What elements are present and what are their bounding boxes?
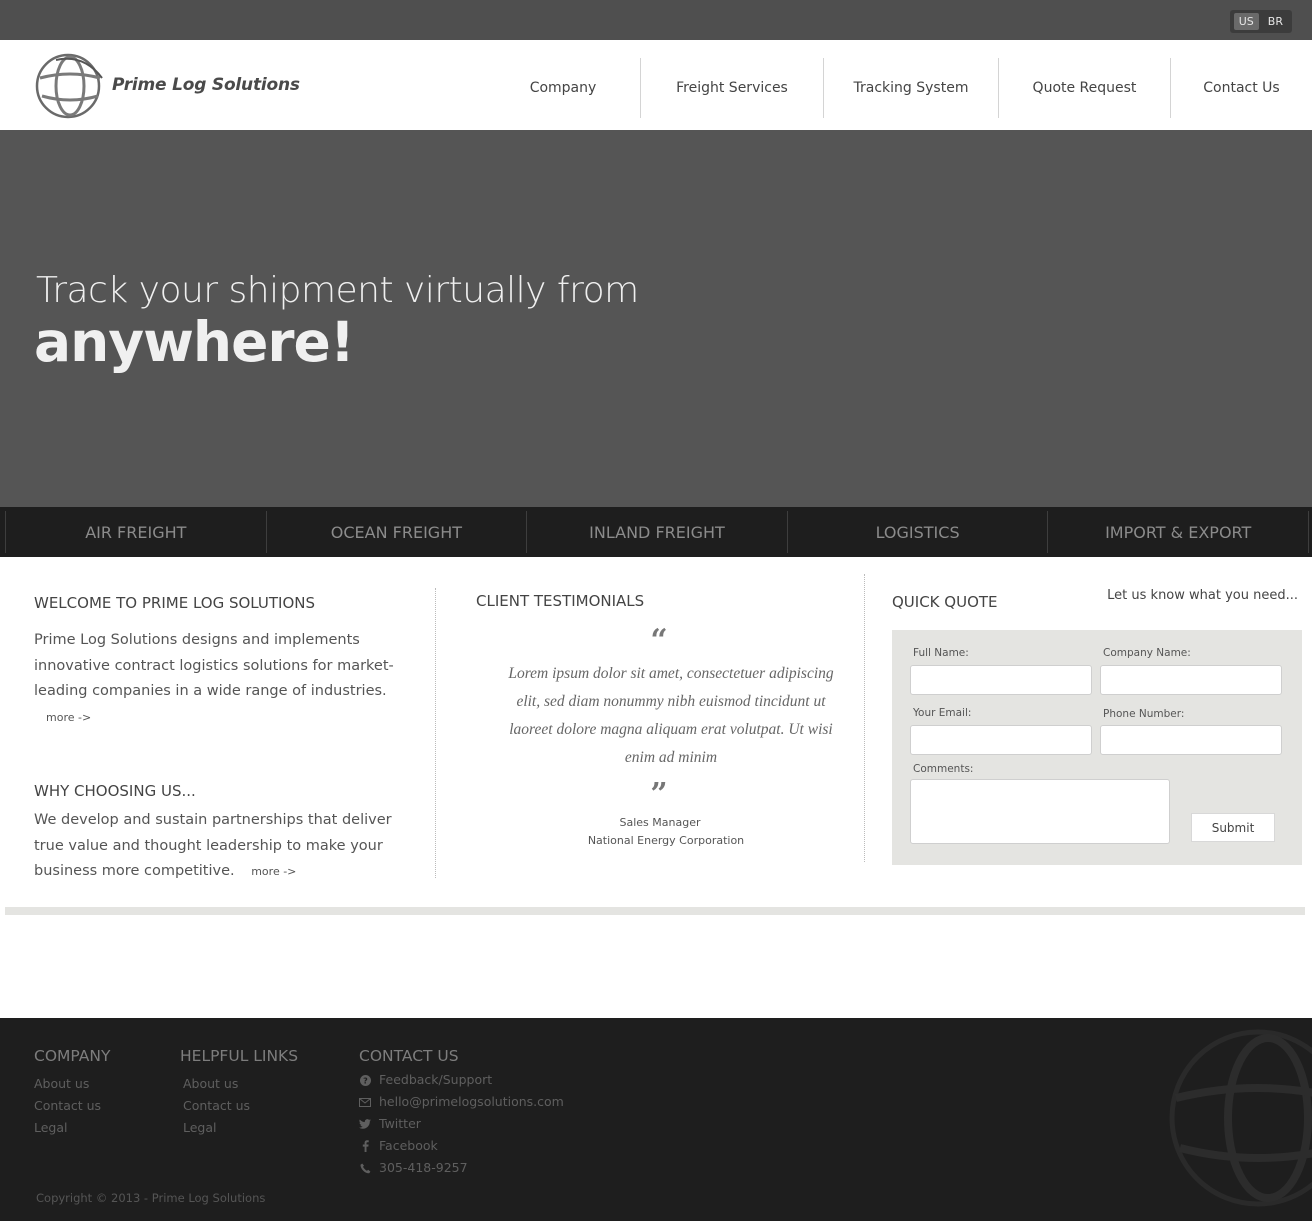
welcome-text-body: Prime Log Solutions designs and implemen… [34, 632, 394, 699]
question-circle-icon: ? [359, 1074, 371, 1086]
why-text-body: We develop and sustain partnerships that… [34, 812, 392, 879]
company-name-label: Company Name: [1103, 647, 1191, 659]
testimonials-title: CLIENT TESTIMONIALS [476, 592, 645, 610]
services-bar: AIR FREIGHT OCEAN FREIGHT INLAND FREIGHT… [0, 507, 1312, 557]
testimonial-author-company: National Energy Corporation [587, 834, 745, 847]
nav-quote-request[interactable]: Quote Request [998, 58, 1170, 118]
service-ocean-freight[interactable]: OCEAN FREIGHT [265, 511, 527, 553]
hero-headline: anywhere! [34, 310, 355, 374]
welcome-title: WELCOME TO PRIME LOG SOLUTIONS [34, 594, 316, 612]
footer-link-legal[interactable]: Legal [34, 1117, 110, 1139]
testimonial-text: Lorem ipsum dolor sit amet, consectetuer… [508, 665, 834, 766]
footer-link-contact[interactable]: Contact us [34, 1095, 110, 1117]
quick-quote-header: QUICK QUOTE Let us know what you need... [892, 588, 1302, 611]
envelope-icon [359, 1096, 371, 1108]
welcome-section: WELCOME TO PRIME LOG SOLUTIONS Prime Log… [34, 594, 414, 885]
copyright-text: Copyright © 2013 - Prime Log Solutions [36, 1191, 266, 1205]
contact-feedback-text: Feedback/Support [379, 1072, 493, 1087]
column-divider [435, 588, 436, 878]
site-footer: COMPANY About us Contact us Legal HELPFU… [0, 1018, 1312, 1221]
nav-tracking-system[interactable]: Tracking System [823, 58, 998, 118]
contact-twitter-text: Twitter [379, 1116, 421, 1131]
close-quote-icon: ” [650, 777, 668, 812]
contact-feedback[interactable]: ? Feedback/Support [359, 1069, 564, 1091]
contact-phone[interactable]: 305-418-9257 [359, 1157, 564, 1179]
footer-helpful-title: HELPFUL LINKS [180, 1047, 299, 1065]
welcome-more-link[interactable]: more -> [46, 711, 91, 724]
phone-icon [359, 1162, 371, 1174]
footer-company-links: About us Contact us Legal [34, 1073, 110, 1139]
footer-link-about[interactable]: About us [34, 1073, 110, 1095]
language-br[interactable]: BR [1263, 13, 1288, 30]
logo-text: Prime Log Solutions [112, 75, 300, 95]
footer-contact-list: ? Feedback/Support hello@primelogsolutio… [359, 1069, 564, 1179]
language-switcher: US BR [1229, 10, 1292, 33]
column-divider [864, 574, 865, 862]
open-quote-icon: “ [650, 623, 668, 658]
contact-twitter[interactable]: Twitter [359, 1113, 564, 1135]
footer-contact-title: CONTACT US [359, 1047, 459, 1065]
contact-phone-text: 305-418-9257 [379, 1160, 468, 1175]
phone-input[interactable] [1100, 725, 1282, 755]
contact-email-text: hello@primelogsolutions.com [379, 1094, 564, 1109]
why-section: WHY CHOOSING US... We develop and sustai… [34, 782, 414, 885]
testimonial-author-role: Sales Manager [619, 816, 701, 829]
comments-textarea[interactable] [910, 779, 1170, 844]
why-title: WHY CHOOSING US... [34, 782, 196, 800]
language-us[interactable]: US [1233, 13, 1259, 30]
hero-banner: Track your shipment virtually from anywh… [0, 130, 1312, 507]
globe-logo-icon [35, 53, 103, 119]
service-inland-freight[interactable]: INLAND FREIGHT [526, 511, 787, 553]
quick-quote-title: QUICK QUOTE [892, 593, 998, 611]
quick-quote-subtitle: Let us know what you need... [1107, 588, 1298, 603]
main-nav: Company Freight Services Tracking System… [486, 58, 1312, 118]
full-name-input[interactable] [910, 665, 1092, 695]
contact-facebook-text: Facebook [379, 1138, 438, 1153]
contact-facebook[interactable]: Facebook [359, 1135, 564, 1157]
email-label: Your Email: [913, 707, 972, 719]
quick-quote-form: Full Name: Company Name: Your Email: Pho… [892, 630, 1302, 865]
site-header: Prime Log Solutions Company Freight Serv… [0, 40, 1312, 130]
globe-watermark-icon [1169, 1029, 1312, 1207]
why-more-link[interactable]: more -> [251, 865, 296, 878]
content-separator [5, 907, 1305, 915]
comments-label: Comments: [913, 763, 974, 775]
submit-button[interactable]: Submit [1191, 813, 1275, 842]
twitter-icon [359, 1118, 371, 1130]
nav-company[interactable]: Company [486, 58, 640, 118]
facebook-icon [359, 1140, 371, 1152]
quick-quote-section: QUICK QUOTE Let us know what you need...… [892, 588, 1302, 865]
svg-text:?: ? [363, 1076, 368, 1085]
footer-company: COMPANY About us Contact us Legal [34, 1047, 110, 1139]
welcome-text: Prime Log Solutions designs and implemen… [34, 628, 414, 730]
footer-contact: CONTACT US ? Feedback/Support hello@prim… [359, 1047, 564, 1179]
hero-tagline: Track your shipment virtually from [36, 270, 639, 311]
service-air-freight[interactable]: AIR FREIGHT [5, 511, 266, 553]
company-name-input[interactable] [1100, 665, 1282, 695]
footer-helpful-links: HELPFUL LINKS About us Contact us Legal [180, 1047, 298, 1139]
phone-label: Phone Number: [1103, 708, 1185, 720]
top-bar: US BR [0, 0, 1312, 40]
nav-freight-services[interactable]: Freight Services [640, 58, 823, 118]
footer-helpful-list: About us Contact us Legal [180, 1073, 298, 1139]
service-logistics[interactable]: LOGISTICS [786, 511, 1048, 553]
email-input[interactable] [910, 725, 1092, 755]
service-import-export[interactable]: IMPORT & EXPORT [1047, 511, 1309, 553]
contact-email[interactable]: hello@primelogsolutions.com [359, 1091, 564, 1113]
full-name-label: Full Name: [913, 647, 969, 659]
logo[interactable]: Prime Log Solutions [34, 48, 300, 122]
why-text: We develop and sustain partnerships that… [34, 808, 414, 885]
footer-company-title: COMPANY [34, 1047, 111, 1065]
footer-link-legal[interactable]: Legal [183, 1117, 298, 1139]
testimonials-section: CLIENT TESTIMONIALS “ Lorem ipsum dolor … [476, 592, 836, 850]
testimonial-author: Sales Manager National Energy Corporatio… [476, 814, 836, 850]
footer-link-about[interactable]: About us [183, 1073, 298, 1095]
nav-contact-us[interactable]: Contact Us [1170, 58, 1312, 118]
footer-link-contact[interactable]: Contact us [183, 1095, 298, 1117]
